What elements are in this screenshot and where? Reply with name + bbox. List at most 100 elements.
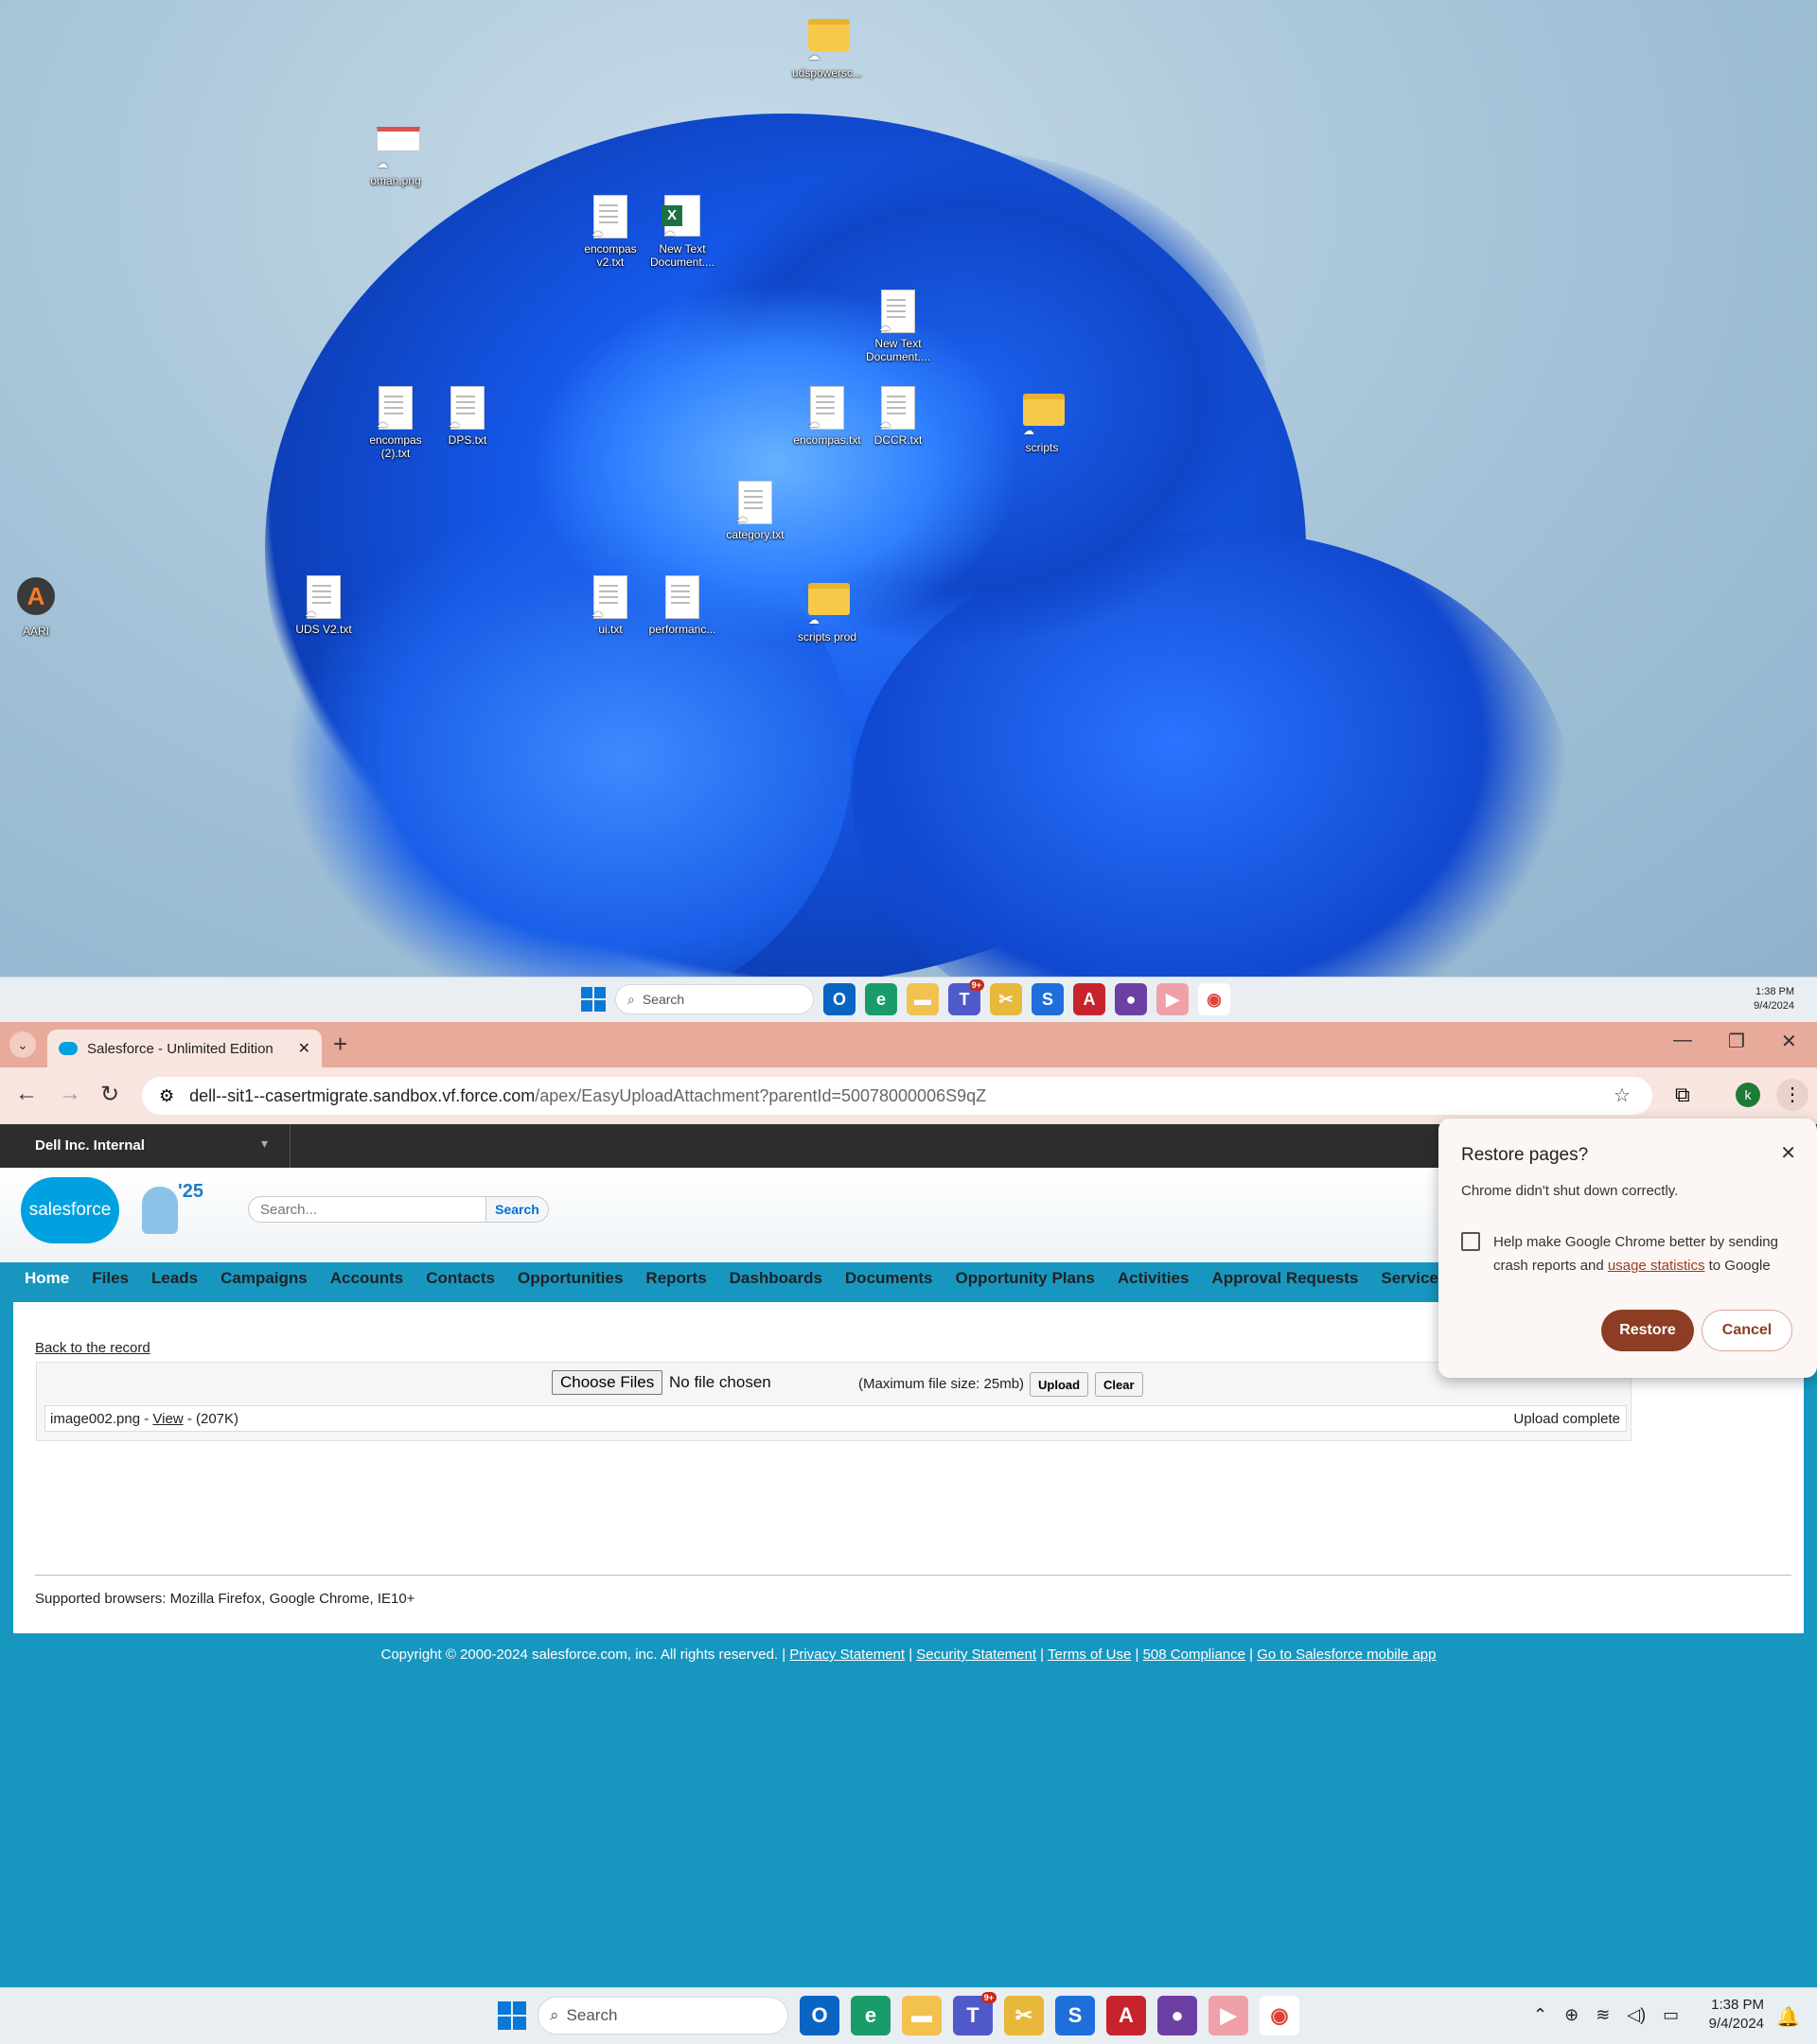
tab-leads[interactable]: Leads [140, 1264, 209, 1295]
back-arrow-icon[interactable]: ← [15, 1081, 38, 1107]
acrobat-icon[interactable]: A [1073, 983, 1105, 1015]
crash-report-checkbox[interactable] [1461, 1232, 1480, 1251]
taskbar-clock[interactable]: 1:38 PM 9/4/2024 [1754, 985, 1794, 1013]
terms-link[interactable]: Terms of Use [1048, 1647, 1131, 1663]
file-explorer-icon[interactable]: ▬ [902, 1996, 942, 2035]
github-icon[interactable]: ● [1157, 1996, 1197, 2035]
compliance-link[interactable]: 508 Compliance [1143, 1647, 1245, 1663]
chrome-icon[interactable]: ◉ [1198, 983, 1230, 1015]
s-app-icon[interactable]: S [1055, 1996, 1095, 2035]
file-explorer-icon[interactable]: ▬ [907, 983, 939, 1015]
teams-icon[interactable]: T 9+ [948, 979, 984, 1015]
teams-icon[interactable]: T 9+ [953, 1992, 997, 2035]
outlook-icon[interactable]: O [823, 983, 856, 1015]
volume-icon[interactable]: ◁) [1627, 2005, 1646, 2025]
close-icon[interactable]: ✕ [1780, 1141, 1796, 1165]
desktop-icon[interactable]: X ☁ New Text Document.... [642, 195, 723, 269]
choose-files-button[interactable]: Choose Files [552, 1370, 663, 1395]
search-icon: ⌕ [627, 991, 635, 1007]
extensions-icon[interactable]: ⧉ [1675, 1083, 1690, 1107]
tab-campaigns[interactable]: Campaigns [209, 1264, 319, 1295]
desktop-icon[interactable]: ☁ encompas.txt [786, 386, 868, 447]
network-globe-icon[interactable]: ⊕ [1564, 2005, 1579, 2025]
desktop-icon[interactable]: ☁ DCCR.txt [857, 386, 939, 447]
restore-button[interactable]: Restore [1601, 1310, 1694, 1351]
outlook-icon[interactable]: O [800, 1996, 839, 2035]
tab-search-chevron-icon[interactable]: ⌄ [9, 1031, 36, 1058]
tab-dashboards[interactable]: Dashboards [718, 1264, 834, 1295]
snipping-icon[interactable]: ✂ [1004, 1996, 1044, 2035]
chrome-icon[interactable]: ◉ [1260, 1996, 1299, 2035]
desktop-icon[interactable]: ☁ New Text Document.... [857, 290, 939, 363]
profile-avatar[interactable]: k [1736, 1083, 1760, 1107]
bookmark-star-icon[interactable]: ☆ [1614, 1084, 1631, 1107]
tab-accounts[interactable]: Accounts [319, 1264, 415, 1295]
chevron-up-icon[interactable]: ⌃ [1533, 2005, 1547, 2025]
chrome-menu-icon[interactable]: ⋮ [1776, 1079, 1808, 1111]
notification-bell-icon[interactable]: 🔔 [1776, 2005, 1800, 2029]
desktop-icon[interactable]: ☁ encompas v2.txt [570, 195, 651, 269]
clear-button[interactable]: Clear [1095, 1372, 1143, 1397]
address-bar[interactable]: ⚙ dell--sit1--casertmigrate.sandbox.vf.f… [142, 1077, 1652, 1115]
org-name[interactable]: Dell Inc. Internal [35, 1137, 145, 1154]
battery-icon[interactable]: ▭ [1663, 2005, 1679, 2025]
restore-window-icon[interactable]: ❐ [1728, 1030, 1745, 1053]
desktop-icon[interactable]: ☁ ui.txt [570, 575, 651, 636]
upload-button[interactable]: Upload [1030, 1372, 1089, 1397]
tab-opportunity-plans[interactable]: Opportunity Plans [944, 1264, 1105, 1295]
tab-approval-requests[interactable]: Approval Requests [1200, 1264, 1369, 1295]
windows-start-icon[interactable] [498, 2001, 526, 2030]
tab-activities[interactable]: Activities [1106, 1264, 1201, 1295]
desktop-icon[interactable]: ☁ scripts [1001, 386, 1083, 454]
edge-icon[interactable]: e [851, 1996, 891, 2035]
desktop-icon[interactable]: A AARI [0, 577, 77, 638]
snipping-icon[interactable]: ✂ [990, 983, 1022, 1015]
salesforce-search-input[interactable] [248, 1196, 486, 1223]
desktop-icon[interactable]: ☁ encompas (2).txt [355, 386, 436, 460]
acrobat-icon[interactable]: A [1106, 1996, 1146, 2035]
desktop-icon[interactable]: performanc... [642, 575, 723, 636]
windows-start-icon[interactable] [581, 987, 606, 1012]
tab-documents[interactable]: Documents [834, 1264, 944, 1295]
site-settings-icon[interactable]: ⚙ [159, 1086, 174, 1106]
cancel-button[interactable]: Cancel [1702, 1310, 1792, 1351]
usage-statistics-link[interactable]: usage statistics [1608, 1258, 1705, 1274]
minimize-icon[interactable]: — [1673, 1030, 1692, 1051]
chevron-down-icon[interactable]: ▾ [261, 1136, 268, 1152]
salesforce-logo[interactable]: salesforce [21, 1177, 119, 1243]
desktop-icon[interactable]: ☁ UDS V2.txt [283, 575, 364, 636]
edge-icon[interactable]: e [865, 983, 897, 1015]
file-view-link[interactable]: View [152, 1411, 183, 1427]
taskbar-search[interactable]: ⌕ Search [615, 984, 814, 1014]
tab-reports[interactable]: Reports [634, 1264, 717, 1295]
text-file-icon: ☁ [591, 195, 629, 238]
teams-badge: 9+ [980, 1992, 997, 2003]
taskbar-clock[interactable]: 1:38 PM 9/4/2024 [1709, 1996, 1764, 2034]
desktop-icon[interactable]: ☁ scripts prod [786, 575, 868, 643]
new-tab-icon[interactable]: + [333, 1030, 347, 1059]
privacy-link[interactable]: Privacy Statement [789, 1647, 905, 1663]
desktop-icon[interactable]: ☁ oman.png [355, 114, 436, 187]
close-tab-icon[interactable]: ✕ [298, 1039, 310, 1058]
mobile-app-link[interactable]: Go to Salesforce mobile app [1257, 1647, 1436, 1663]
wifi-icon[interactable]: ≋ [1596, 2005, 1610, 2025]
tab-files[interactable]: Files [80, 1264, 140, 1295]
tab-home[interactable]: Home [13, 1264, 81, 1295]
media-app-icon[interactable]: ▶ [1208, 1996, 1248, 2035]
security-link[interactable]: Security Statement [916, 1647, 1036, 1663]
desktop-icon[interactable]: ☁ category.txt [714, 481, 796, 541]
desktop-icon[interactable]: ☁ DPS.txt [427, 386, 508, 447]
reload-icon[interactable]: ↻ [100, 1081, 119, 1108]
tab-opportunities[interactable]: Opportunities [506, 1264, 634, 1295]
media-app-icon[interactable]: ▶ [1156, 983, 1189, 1015]
close-window-icon[interactable]: ✕ [1781, 1030, 1797, 1053]
desktop-icon[interactable]: ☁ udspowersc... [786, 11, 868, 79]
salesforce-search-button[interactable]: Search [486, 1196, 549, 1223]
forward-arrow-icon[interactable]: → [59, 1081, 81, 1107]
s-app-icon[interactable]: S [1032, 983, 1064, 1015]
back-to-record-link[interactable]: Back to the record [35, 1340, 150, 1356]
browser-tab[interactable]: Salesforce - Unlimited Edition ✕ [47, 1030, 322, 1067]
tab-contacts[interactable]: Contacts [415, 1264, 506, 1295]
taskbar-search[interactable]: ⌕ Search [538, 1997, 788, 2035]
github-icon[interactable]: ● [1115, 983, 1147, 1015]
